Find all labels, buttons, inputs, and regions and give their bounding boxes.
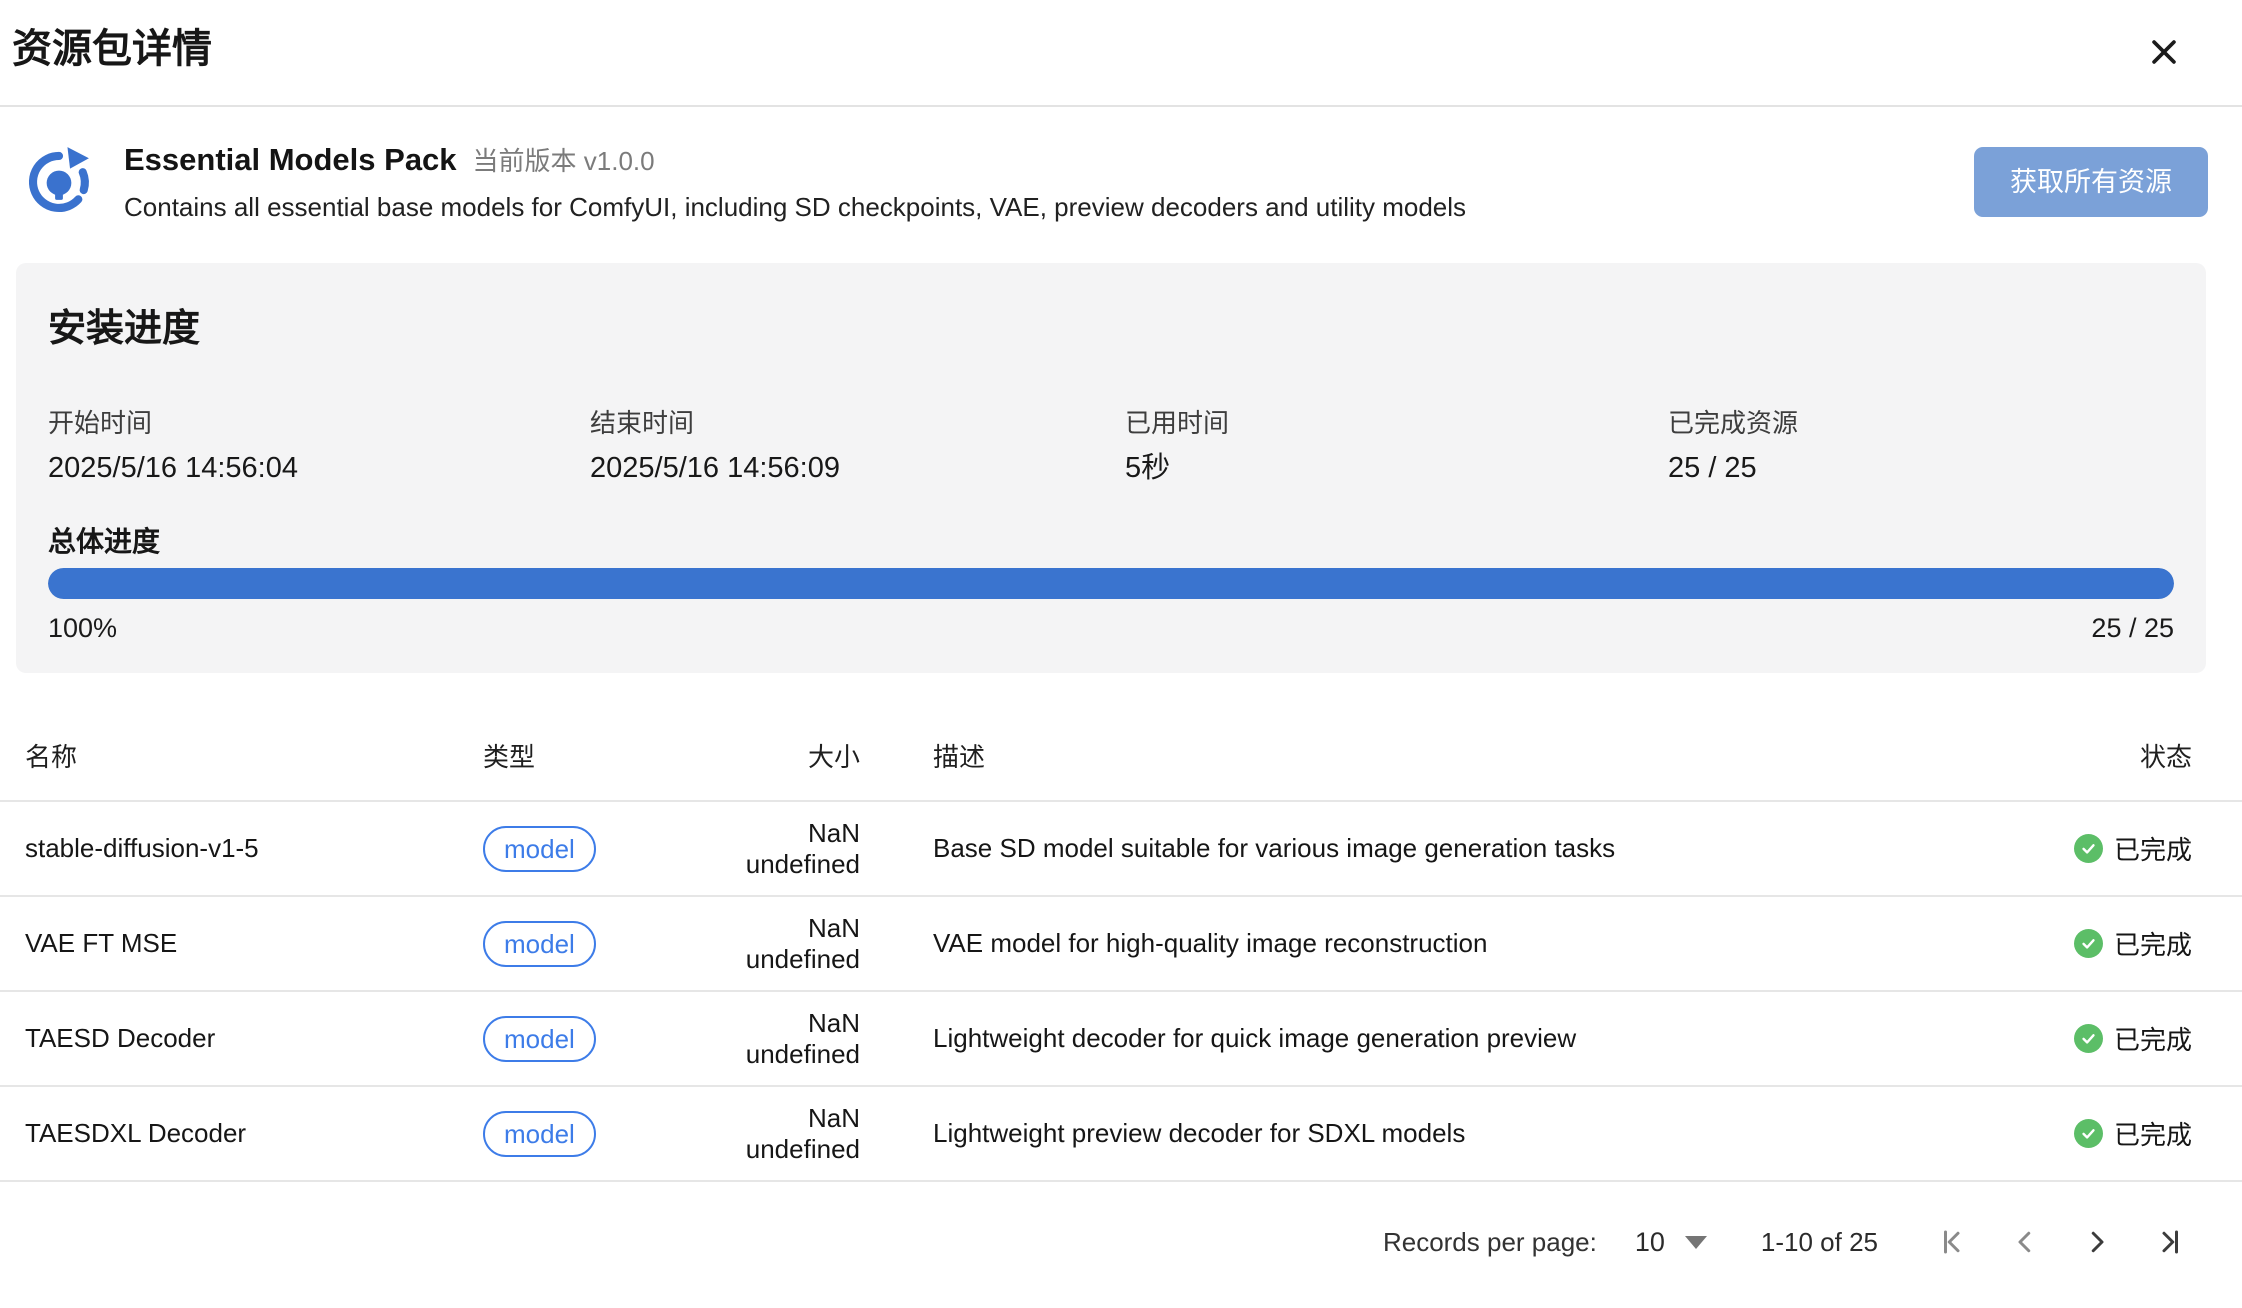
resource-name: TAESDXL Decoder	[25, 1118, 483, 1149]
type-badge: model	[483, 1111, 596, 1157]
field-value: 25 / 25	[1668, 450, 2174, 486]
status-text: 已完成	[2114, 925, 2192, 962]
pack-description: Contains all essential base models for C…	[124, 192, 1974, 223]
first-page-icon	[1938, 1227, 1968, 1257]
pack-summary: Essential Models Pack 当前版本 v1.0.0 Contai…	[0, 107, 2242, 223]
check-circle-icon	[2074, 1119, 2103, 1148]
status-badge: 已完成	[2074, 830, 2192, 867]
field-label: 结束时间	[590, 408, 1125, 438]
close-button[interactable]	[2142, 30, 2186, 74]
field-label: 开始时间	[48, 408, 590, 438]
column-header-status: 状态	[2002, 737, 2192, 774]
field-label: 已完成资源	[1668, 408, 2174, 438]
field-end-time: 结束时间 2025/5/16 14:56:09	[590, 408, 1125, 486]
pagination-controls	[1936, 1225, 2186, 1259]
resource-size: NaN undefined	[700, 818, 860, 880]
resource-name: TAESD Decoder	[25, 1023, 483, 1054]
column-header-description: 描述	[860, 737, 2002, 774]
records-per-page-label: Records per page:	[1383, 1227, 1597, 1258]
column-header-name: 名称	[25, 737, 483, 774]
resource-description: Lightweight preview decoder for SDXL mod…	[860, 1118, 2002, 1149]
field-value: 2025/5/16 14:56:09	[590, 450, 1125, 486]
resource-description: VAE model for high-quality image reconst…	[860, 928, 2002, 959]
close-icon	[2147, 35, 2181, 69]
progress-bar-track	[48, 568, 2174, 599]
check-circle-icon	[2074, 834, 2103, 863]
resource-size: NaN undefined	[700, 913, 860, 975]
get-all-resources-button[interactable]: 获取所有资源	[1974, 147, 2208, 217]
status-text: 已完成	[2114, 1020, 2192, 1057]
pack-version: 当前版本 v1.0.0	[473, 141, 655, 178]
first-page-button[interactable]	[1936, 1225, 1970, 1259]
type-badge: model	[483, 921, 596, 967]
table-row: TAESD Decoder model NaN undefined Lightw…	[0, 992, 2242, 1087]
check-circle-icon	[2074, 1024, 2103, 1053]
check-circle-icon	[2074, 929, 2103, 958]
status-badge: 已完成	[2074, 925, 2192, 962]
status-badge: 已完成	[2074, 1115, 2192, 1152]
page-size-value[interactable]: 10	[1635, 1227, 1665, 1258]
previous-page-button[interactable]	[2008, 1225, 2042, 1259]
table-header-row: 名称 类型 大小 描述 状态	[0, 673, 2242, 802]
column-header-type: 类型	[483, 737, 700, 774]
progress-bar-fill	[48, 568, 2174, 599]
field-elapsed-time: 已用时间 5秒	[1125, 408, 1668, 486]
model-pack-refresh-bulb-icon	[20, 141, 98, 219]
type-badge: model	[483, 1016, 596, 1062]
resource-table: 名称 类型 大小 描述 状态 stable-diffusion-v1-5 mod…	[0, 673, 2242, 1182]
status-text: 已完成	[2114, 830, 2192, 867]
pack-text-block: Essential Models Pack 当前版本 v1.0.0 Contai…	[124, 141, 1974, 223]
column-header-size: 大小	[700, 737, 860, 774]
table-row: stable-diffusion-v1-5 model NaN undefine…	[0, 802, 2242, 897]
resource-size: NaN undefined	[700, 1008, 860, 1070]
table-row: TAESDXL Decoder model NaN undefined Ligh…	[0, 1087, 2242, 1182]
page-range-text: 1-10 of 25	[1761, 1227, 1878, 1258]
resource-name: VAE FT MSE	[25, 928, 483, 959]
field-label: 已用时间	[1125, 408, 1668, 438]
progress-fields: 开始时间 2025/5/16 14:56:04 结束时间 2025/5/16 1…	[48, 408, 2174, 486]
pack-name: Essential Models Pack	[124, 142, 457, 178]
overall-progress-label: 总体进度	[48, 526, 2174, 558]
type-badge: model	[483, 826, 596, 872]
resource-description: Lightweight decoder for quick image gene…	[860, 1023, 2002, 1054]
dialog-header: 资源包详情	[0, 0, 2242, 107]
last-page-button[interactable]	[2152, 1225, 2186, 1259]
page-size-dropdown-icon[interactable]	[1685, 1236, 1707, 1249]
field-value: 5秒	[1125, 450, 1668, 486]
resource-size: NaN undefined	[700, 1103, 860, 1165]
resource-description: Base SD model suitable for various image…	[860, 833, 2002, 864]
field-value: 2025/5/16 14:56:04	[48, 450, 590, 486]
install-progress-panel: 安装进度 开始时间 2025/5/16 14:56:04 结束时间 2025/5…	[16, 263, 2206, 673]
resource-name: stable-diffusion-v1-5	[25, 833, 483, 864]
status-text: 已完成	[2114, 1115, 2192, 1152]
chevron-right-icon	[2082, 1227, 2112, 1257]
page-title: 资源包详情	[12, 26, 2184, 72]
chevron-left-icon	[2010, 1227, 2040, 1257]
table-row: VAE FT MSE model NaN undefined VAE model…	[0, 897, 2242, 992]
field-start-time: 开始时间 2025/5/16 14:56:04	[48, 408, 590, 486]
field-completed-resources: 已完成资源 25 / 25	[1668, 408, 2174, 486]
last-page-icon	[2154, 1227, 2184, 1257]
pagination-bar: Records per page: 10 1-10 of 25	[0, 1182, 2242, 1302]
progress-percent: 100%	[48, 611, 117, 645]
next-page-button[interactable]	[2080, 1225, 2114, 1259]
status-badge: 已完成	[2074, 1020, 2192, 1057]
progress-title: 安装进度	[48, 297, 2174, 352]
progress-count: 25 / 25	[2091, 611, 2174, 645]
